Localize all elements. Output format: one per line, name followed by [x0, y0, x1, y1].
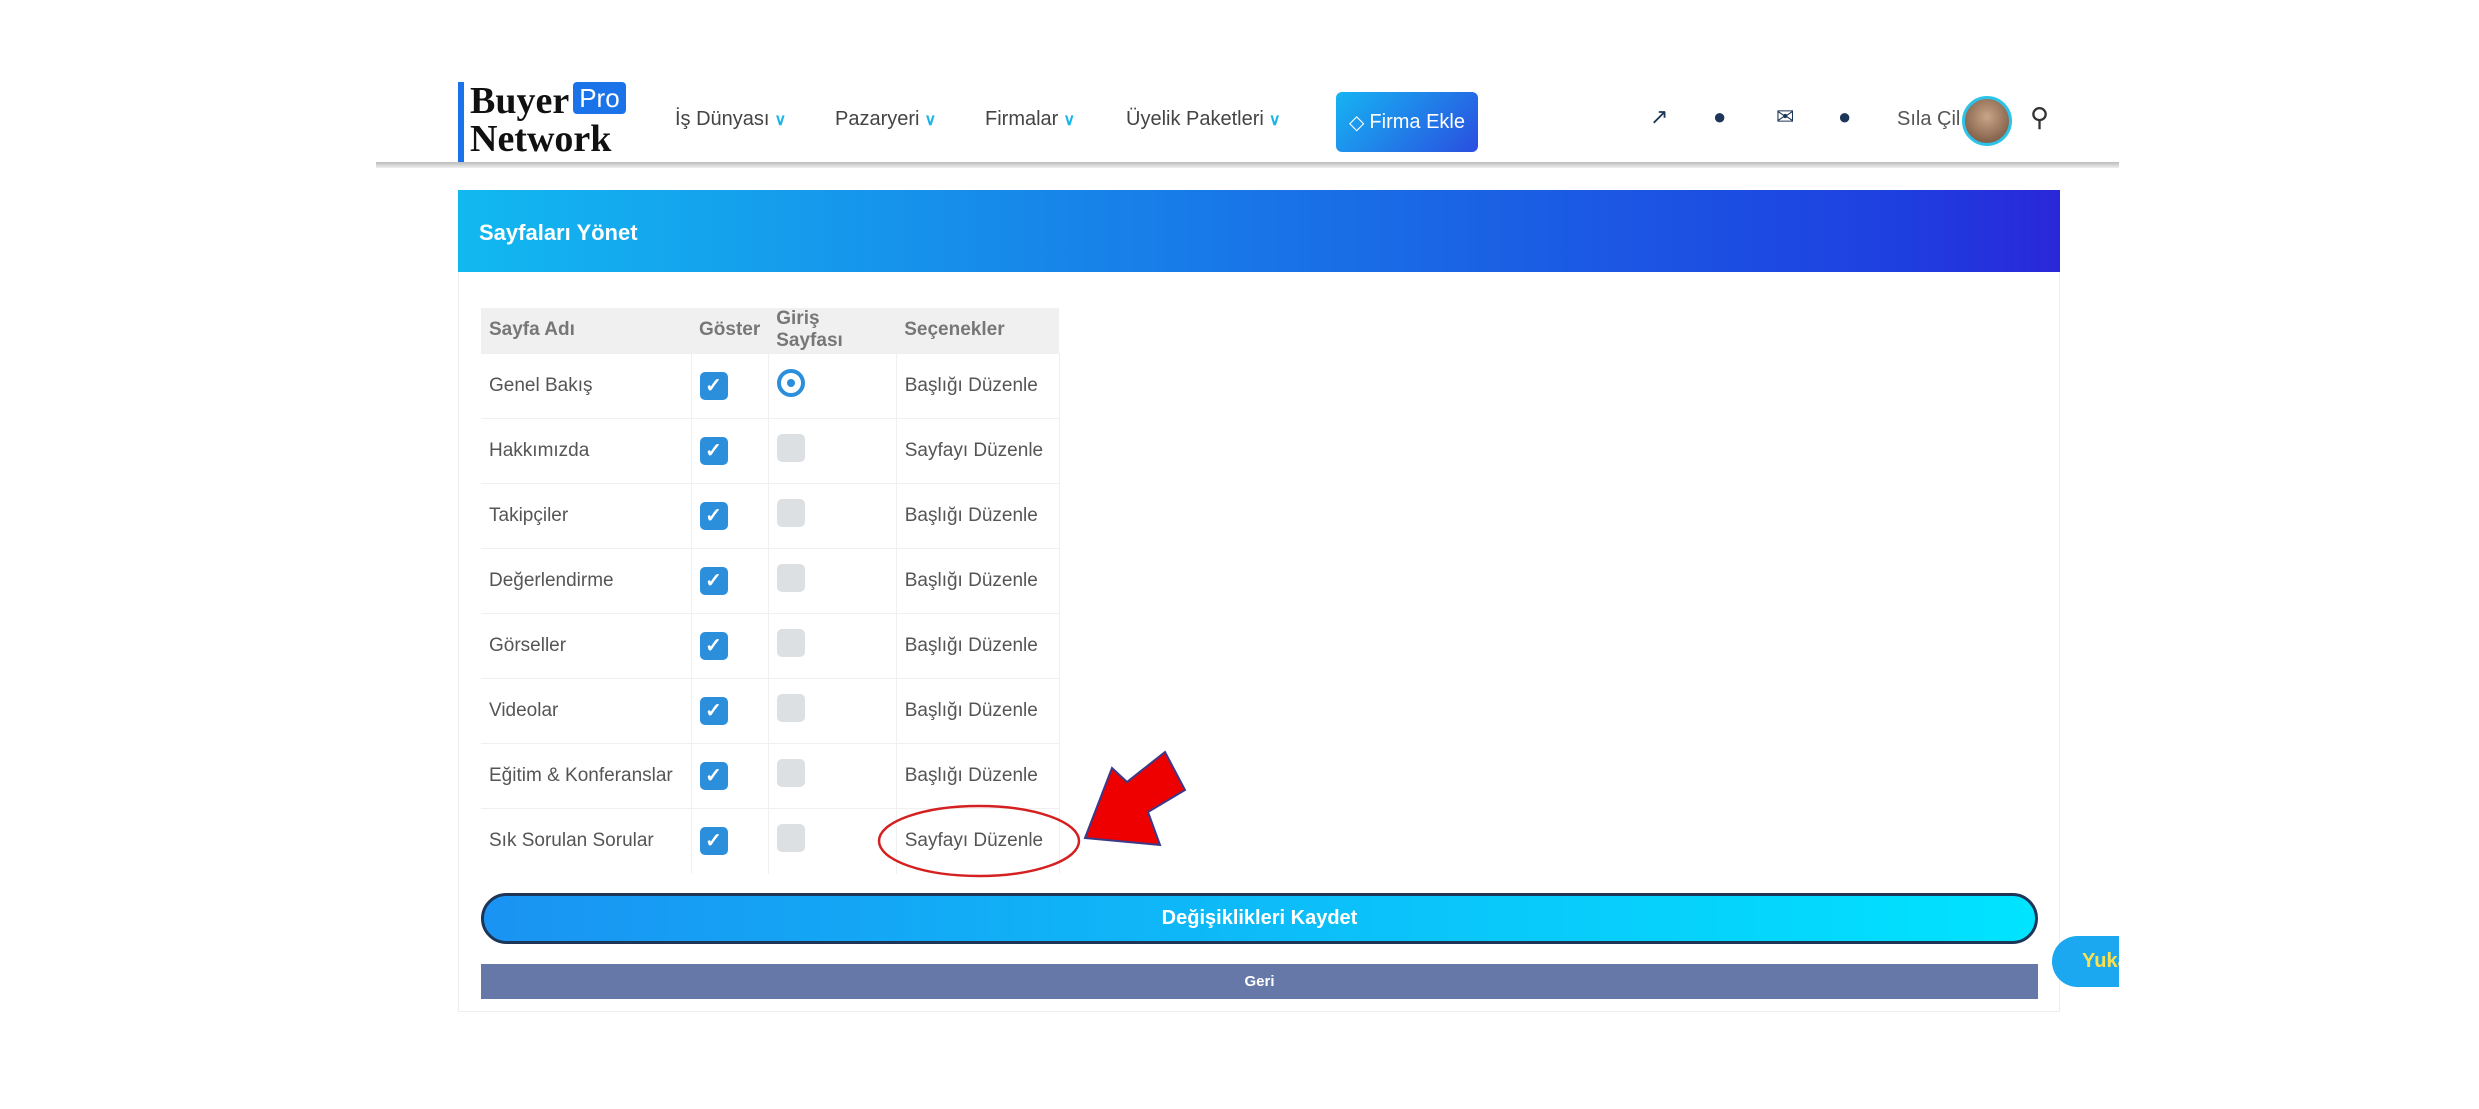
home-page-checkbox[interactable]: [776, 433, 805, 462]
table-row: Eğitim & Konferanslar ✓ Başlığı Düzenle: [481, 743, 1060, 809]
nav-uyelik-paketleri[interactable]: Üyelik Paketleri ∨: [1126, 108, 1281, 131]
nav-label: Üyelik Paketleri: [1126, 108, 1264, 130]
home-page-checkbox[interactable]: [776, 824, 805, 853]
page-name: Hakkımızda: [481, 417, 692, 484]
chevron-down-icon: ∨: [774, 112, 787, 129]
chevron-down-icon: ∨: [924, 112, 937, 129]
page-name: Videolar: [481, 677, 692, 744]
edit-option-link[interactable]: Sayfayı Düzenle: [896, 417, 1060, 484]
globe-icon[interactable]: ●: [1838, 104, 1851, 130]
home-page-checkbox[interactable]: [776, 498, 805, 527]
logo[interactable]: Buyer Pro Network: [458, 82, 626, 162]
home-page-checkbox[interactable]: [776, 563, 805, 592]
edit-option-link[interactable]: Başlığı Düzenle: [896, 547, 1060, 614]
table-row: Hakkımızda ✓ Sayfayı Düzenle: [481, 417, 1060, 484]
nav-label: Pazaryeri: [835, 108, 920, 130]
logo-text: Buyer: [470, 80, 570, 122]
column-header: Seçenekler: [896, 308, 1060, 353]
pages-table: Sayfa Adı Göster Giriş Sayfası Seçenekle…: [481, 308, 1060, 874]
table-row: Sık Sorulan Sorular ✓ Sayfayı Düzenle: [481, 808, 1060, 874]
chevron-down-icon: ∨: [1063, 112, 1076, 129]
table-row: Değerlendirme ✓ Başlığı Düzenle: [481, 547, 1060, 614]
chevron-down-icon: ∨: [1268, 112, 1281, 129]
page-name: Genel Bakış: [481, 352, 692, 419]
nav-pazaryeri[interactable]: Pazaryeri ∨: [835, 108, 936, 131]
home-page-checkbox[interactable]: [776, 694, 805, 723]
avatar[interactable]: [1962, 96, 2012, 146]
firma-ekle-button[interactable]: ◇ Firma Ekle: [1336, 92, 1478, 152]
button-label: Firma Ekle: [1369, 110, 1465, 133]
page-name: Görseller: [481, 612, 692, 679]
column-header: Göster: [691, 308, 769, 353]
edit-option-link[interactable]: Başlığı Düzenle: [896, 743, 1060, 809]
diamond-icon: ◇: [1349, 111, 1365, 134]
nav-label: Firmalar: [985, 108, 1059, 130]
edit-option-link[interactable]: Başlığı Düzenle: [896, 612, 1060, 679]
external-link-icon[interactable]: ↗: [1650, 104, 1668, 130]
logo-text: Network: [470, 118, 612, 160]
home-page-checkbox[interactable]: [776, 628, 805, 657]
users-icon[interactable]: ●​: [1713, 104, 1726, 130]
show-checkbox[interactable]: ✓: [699, 827, 728, 856]
page-name: Takipçiler: [481, 482, 692, 549]
show-checkbox[interactable]: ✓: [699, 371, 728, 400]
edit-option-link[interactable]: Sayfayı Düzenle: [896, 808, 1060, 874]
nav-is-dunyasi[interactable]: İş Dünyası ∨: [675, 108, 786, 131]
panel-title: Sayfaları Yönet: [458, 190, 2060, 272]
table-row: Genel Bakış ✓ Başlığı Düzenle: [481, 352, 1060, 419]
nav-label: İş Dünyası: [675, 108, 770, 130]
page-name: Sık Sorulan Sorular: [481, 808, 692, 874]
logo-badge: Pro: [573, 82, 626, 114]
table-row: Videolar ✓ Başlığı Düzenle: [481, 677, 1060, 744]
edit-option-link[interactable]: Başlığı Düzenle: [896, 352, 1060, 419]
column-header: Sayfa Adı: [481, 308, 691, 353]
envelope-icon[interactable]: ✉: [1776, 104, 1794, 130]
show-checkbox[interactable]: ✓: [699, 501, 728, 530]
show-checkbox[interactable]: ✓: [699, 436, 728, 465]
back-button[interactable]: Geri: [481, 964, 2038, 999]
show-checkbox[interactable]: ✓: [699, 697, 728, 726]
page-margin: [2119, 900, 2479, 1020]
page-name: Eğitim & Konferanslar: [481, 743, 692, 809]
home-page-radio[interactable]: [776, 368, 805, 397]
edit-option-link[interactable]: Başlığı Düzenle: [896, 482, 1060, 549]
home-page-checkbox[interactable]: [776, 759, 805, 788]
show-checkbox[interactable]: ✓: [699, 762, 728, 791]
page-name: Değerlendirme: [481, 547, 692, 614]
user-name[interactable]: Sıla Çil: [1897, 108, 1960, 131]
show-checkbox[interactable]: ✓: [699, 631, 728, 660]
header-divider: [376, 162, 2119, 168]
nav-firmalar[interactable]: Firmalar ∨: [985, 108, 1075, 131]
search-icon[interactable]: ⚲: [2030, 102, 2049, 133]
save-changes-button[interactable]: Değişiklikleri Kaydet: [481, 893, 2038, 944]
edit-option-link[interactable]: Başlığı Düzenle: [896, 677, 1060, 744]
table-row: Takipçiler ✓ Başlığı Düzenle: [481, 482, 1060, 549]
show-checkbox[interactable]: ✓: [699, 566, 728, 595]
table-row: Görseller ✓ Başlığı Düzenle: [481, 612, 1060, 679]
column-header: Giriş Sayfası: [768, 308, 897, 353]
